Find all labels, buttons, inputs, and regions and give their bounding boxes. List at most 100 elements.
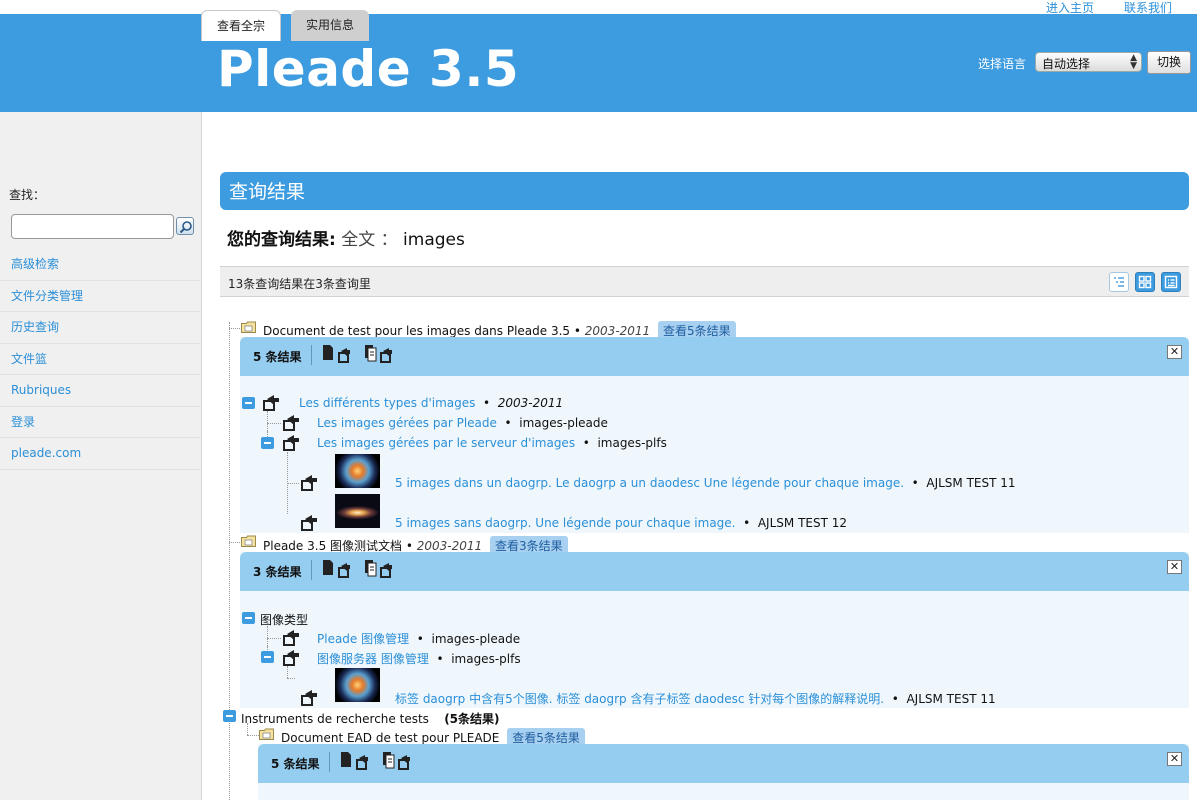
document-icon [323,560,333,575]
search-button[interactable] [176,217,194,235]
multi-document-icon [383,752,395,769]
result-link[interactable]: Pleade 图像管理 [317,632,409,646]
result-link[interactable]: 图像服务器 图像管理 [317,652,429,666]
bullet: • [582,436,590,450]
collapse-icon[interactable] [223,710,236,722]
result-meta: 2003-2011 [497,396,564,410]
results-header: 查询结果 [220,172,1189,210]
find-label: 查找： [9,188,46,202]
panel-actions [321,343,411,370]
switch-language-button[interactable]: 切换 [1147,51,1191,74]
tab-view-all[interactable]: 查看全宗 [201,10,281,41]
export-document-icon[interactable] [282,648,302,666]
sidebar-item-file-classification[interactable]: 文件分类管理 [0,281,202,312]
group-sep: • [405,539,413,553]
sidebar-item-pleade-com[interactable]: pleade.com [0,438,202,470]
detail-view-icon[interactable] [1161,272,1181,292]
result-link[interactable]: 标签 daogrp 中含有5个图像. 标签 daogrp 含有子标签 daode… [395,692,884,706]
export-document-icon [356,755,368,770]
tree-line [267,423,281,424]
collapse-icon[interactable] [261,437,274,449]
grid-view-icon[interactable] [1135,272,1155,292]
instruments-label[interactable]: Instruments de recherche tests [241,712,429,726]
collapse-icon[interactable] [261,651,274,663]
thumbnail-image[interactable] [335,494,380,528]
tree-branch [229,542,240,543]
sidebar-item-advanced-search[interactable]: 高级检索 [0,249,202,281]
close-panel-button[interactable]: ✕ [1167,560,1182,574]
export-document-icon[interactable] [262,393,282,411]
close-panel-button[interactable]: ✕ [1167,752,1182,766]
close-panel-button[interactable]: ✕ [1167,345,1182,359]
export-document-icon[interactable] [282,413,302,431]
export-document-icon[interactable] [300,688,320,706]
tree-line [267,411,268,431]
export-multi-icon [380,563,392,578]
result-meta: AJLSM TEST 11 [926,476,1016,490]
instruments-count: (5条结果) [444,712,500,726]
export-document-icon[interactable] [282,628,302,646]
result-link[interactable]: 5 images sans daogrp. Une légende pour c… [395,516,735,530]
tab-useful-info[interactable]: 实用信息 [291,10,369,41]
result-link[interactable]: Les différents types d'images [299,396,475,410]
export-document-icon[interactable] [300,473,320,491]
result-meta: images-pleade [519,416,608,430]
group-title[interactable]: Pleade 3.5 图像测试文档 [263,539,402,553]
language-label: 选择语言 [978,57,1027,71]
sidebar-item-basket[interactable]: 文件篮 [0,344,202,375]
result-item: 5 images sans daogrp. Une légende pour c… [395,516,847,530]
tree-branch [247,735,259,736]
panel-count: 5 条结果 [253,350,302,364]
tree-line [247,723,248,735]
collapse-icon[interactable] [242,397,255,409]
sidebar-item-history[interactable]: 历史查询 [0,312,202,344]
group-title[interactable]: Document de test pour les images dans Pl… [263,324,570,338]
thumbnail-image[interactable] [335,454,380,488]
export-document-icon[interactable] [300,513,320,531]
result-item: 标签 daogrp 中含有5个图像. 标签 daogrp 含有子标签 daode… [395,690,996,707]
list-view-icon[interactable] [1109,272,1129,292]
result-link[interactable]: Les images gérées par le serveur d'image… [317,436,575,450]
document-icon [323,345,333,360]
site-logo[interactable]: Pleade 3.5 [217,39,519,99]
export-multi-icon [398,755,410,770]
group-sep: • [573,324,581,338]
query-label: 您的查询结果: [227,230,336,250]
bullet: • [483,396,491,410]
search-input[interactable] [11,214,174,239]
language-select[interactable]: 自动选择 ▲ ▼ [1035,52,1142,72]
banner: Pleade 3.5 选择语言 自动选择 ▲ ▼ 切换 [0,14,1197,112]
tree-line [287,678,295,679]
group-date: 2003-2011 [416,539,483,553]
query-summary: 您的查询结果: 全文 ： images [227,225,465,250]
group-title[interactable]: Document EAD de test pour PLEADE [281,731,499,745]
multi-document-icon [365,560,377,577]
collapse-icon[interactable] [242,612,255,624]
sidebar-item-rubriques[interactable]: Rubriques [0,375,202,407]
tree-spine [229,322,230,800]
result-count-bar: 13条查询结果在3条查询里 [220,266,1189,297]
panel-header: 5 条结果 ✕ [240,337,1189,376]
folder-icon [241,321,256,333]
multi-document-icon [365,345,377,362]
query-value: images [403,230,465,250]
folder-icon [241,535,256,547]
panel-divider [311,345,312,365]
folder-icon [259,728,274,740]
tree-branch [229,328,240,329]
export-multi-icon [380,348,392,363]
result-link[interactable]: Les images gérées par Pleade [317,416,497,430]
export-document-icon[interactable] [282,433,302,451]
sidebar-item-login[interactable]: 登录 [0,407,202,438]
result-item: 5 images dans un daogrp. Le daogrp a un … [395,476,1016,490]
result-panel: 5 条结果 ✕ Les différents types d'images • … [240,337,1189,533]
language-selected-value: 自动选择 [1042,57,1091,71]
result-heading[interactable]: 图像类型 [260,613,308,627]
thumbnail-image[interactable] [335,668,380,702]
result-link[interactable]: 5 images dans un daogrp. Le daogrp a un … [395,476,904,490]
result-panel: 3 条结果 ✕ 图像类型 Pleade 图像管理 • images-pleade… [240,552,1189,708]
top-links: 进入主页 联系我们 [0,0,1197,15]
panel-count: 5 条结果 [271,757,320,771]
result-meta: images-pleade [431,632,521,646]
group-date: 2003-2011 [584,324,651,338]
